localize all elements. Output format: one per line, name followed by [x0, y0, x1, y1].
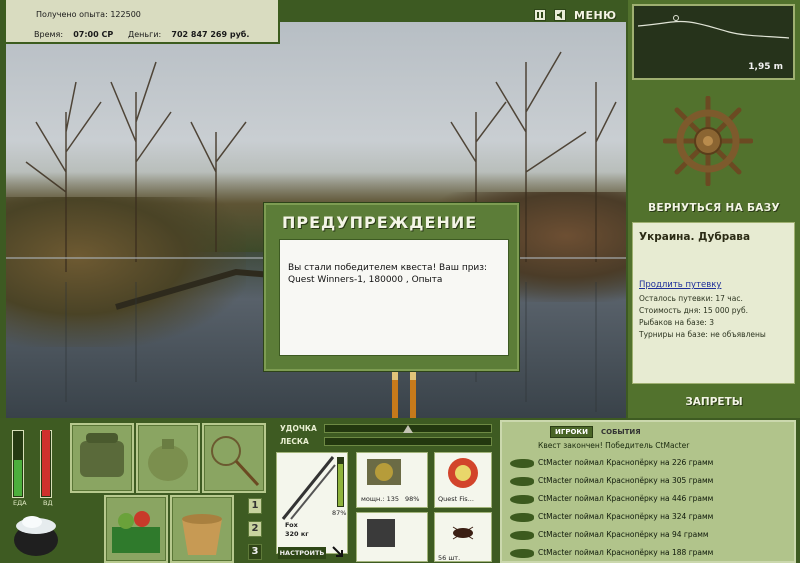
dialog-message[interactable]: Вы стали победителем квеста! Ваш приз: Q…: [279, 239, 509, 356]
food-label: ЕДА: [13, 499, 27, 507]
bucket-icon: [182, 514, 222, 555]
inventory-slot-sack[interactable]: [136, 423, 200, 493]
bait-count: 56 шт.: [438, 554, 461, 562]
bottom-bar: ЕДА ВД 1 2 3 УДОЧКА ЛЕСКА 87% Fox 320 кг…: [0, 418, 800, 563]
time-value: 07:00 СР: [73, 30, 114, 39]
rod-label: УДОЧКА: [280, 424, 317, 433]
tournaments-status: Турниры на базе: не объявлены: [639, 330, 766, 339]
line-label: ЛЕСКА: [280, 437, 309, 446]
water-fill: [42, 430, 50, 496]
tackle-panel: УДОЧКА ЛЕСКА 87% Fox 320 кг мощн.: 135 9…: [274, 422, 496, 563]
setup-button[interactable]: НАСТРОИТЬ: [278, 547, 326, 559]
reel-card[interactable]: мощн.: 135 98%: [356, 452, 428, 508]
tab-events[interactable]: СОБЫТИЯ: [597, 427, 645, 437]
return-to-base-button[interactable]: ВЕРНУТЬСЯ НА БАЗУ: [628, 202, 800, 214]
dialog-text-line2: Quest Winners-1, 180000 , Опыта: [288, 275, 443, 285]
ant-bait-icon: [452, 526, 474, 540]
hook-card[interactable]: [356, 512, 428, 562]
line-spool-icon: [448, 458, 478, 488]
fish-icon: [510, 477, 534, 486]
fish-icon: [510, 513, 534, 522]
water-bar: [40, 430, 52, 498]
rod-tension-bar: [324, 424, 492, 433]
food-fill: [14, 460, 22, 496]
list-item: CtMacter поймал Краснопёрку на 305 грамм: [508, 472, 792, 490]
warning-dialog: ПРЕДУПРЕЖДЕНИЕ Вы стали победителем квес…: [264, 203, 519, 371]
sound-icon[interactable]: [554, 9, 566, 21]
inventory-slot-basket[interactable]: [104, 495, 168, 563]
arrow-down-right-icon[interactable]: [332, 546, 344, 560]
reel-percent: 98%: [405, 495, 420, 503]
vegetable-basket-icon: [112, 511, 160, 553]
list-item: CtMacter поймал Краснопёрку на 94 грамм: [508, 526, 792, 544]
inventory-slot-bucket[interactable]: [170, 495, 234, 563]
list-item: CtMacter поймал Краснопёрку на 446 грамм: [508, 490, 792, 508]
ship-wheel-icon[interactable]: [663, 96, 753, 186]
rod-card[interactable]: 87% Fox 320 кг: [276, 452, 348, 554]
pause-icon[interactable]: [534, 9, 546, 21]
fish-icon: [510, 531, 534, 540]
extend-ticket-link[interactable]: Продлить путевку: [639, 280, 721, 290]
bait-card[interactable]: 56 шт.: [434, 512, 492, 562]
rod-name: Fox: [285, 521, 298, 529]
time-label: Время:: [34, 30, 64, 39]
fish-icon: [510, 459, 534, 468]
events-panel: ИГРОКИ СОБЫТИЯ Квест закончен! Победител…: [500, 420, 796, 563]
right-panel: 1,95 m ВЕРНУТЬСЯ НА БАЗУ Украина. Дубрав…: [628, 0, 800, 418]
tab-players[interactable]: ИГРОКИ: [550, 426, 593, 438]
rod-floats[interactable]: [390, 368, 426, 418]
reel-icon: [367, 459, 401, 485]
exp-label: Получено опыта:: [36, 10, 108, 19]
line-card[interactable]: Quest Fis...: [434, 452, 492, 508]
list-item: CtMacter поймал Краснопёрку на 226 грамм: [508, 454, 792, 472]
list-item: CtMacter поймал Краснопёрку на 324 грамм: [508, 508, 792, 526]
player-info-panel: Получено опыта: 122500 Время: 07:00 СР Д…: [4, 0, 280, 44]
fishers-count: Рыбаков на базе: 3: [639, 318, 714, 327]
line-tension-bar: [324, 437, 492, 446]
landing-net-icon: [211, 436, 260, 487]
hook-icon: [367, 519, 395, 547]
rod-load: 320 кг: [285, 530, 309, 538]
money-value: 702 847 269 руб.: [171, 30, 250, 39]
inventory-slot-bag[interactable]: [70, 423, 134, 493]
dialog-text-line1: Вы стали победителем квеста! Ваш приз:: [288, 263, 488, 273]
list-item: CtMacter поймал Краснопёрку на 188 грамм: [508, 544, 792, 562]
water-label: ВД: [43, 499, 53, 507]
bag-icon: [80, 433, 124, 477]
exp-value: 122500: [110, 10, 141, 19]
rod-percent: 87%: [332, 509, 347, 517]
page-button-3[interactable]: 3: [248, 544, 262, 560]
fish-icon: [510, 549, 534, 558]
depth-value: 1,95 m: [748, 62, 783, 72]
event-quest-finished: Квест закончен! Победитель CtMacter: [538, 441, 690, 450]
reel-power: мощн.: 135: [361, 495, 399, 503]
inventory-slot-net[interactable]: [202, 423, 266, 493]
events-tabs: ИГРОКИ СОБЫТИЯ: [550, 426, 645, 438]
page-button-2[interactable]: 2: [248, 521, 262, 537]
cauldron-icon[interactable]: [10, 510, 62, 558]
depth-map: 1,95 m: [632, 4, 795, 80]
base-name: Украина. Дубрава: [639, 231, 751, 243]
money-label: Деньги:: [128, 30, 162, 39]
menu-button[interactable]: МЕНЮ: [574, 9, 617, 22]
bans-button[interactable]: ЗАПРЕТЫ: [628, 396, 800, 408]
sack-icon: [148, 439, 188, 481]
ticket-remaining: Осталось путевки: 17 час.: [639, 294, 743, 303]
food-bar: [12, 430, 24, 498]
dialog-title: ПРЕДУПРЕЖДЕНИЕ: [282, 213, 478, 232]
page-button-1[interactable]: 1: [248, 498, 262, 514]
line-name: Quest Fis...: [438, 495, 474, 503]
day-cost: Стоимость дня: 15 000 руб.: [639, 306, 748, 315]
base-info-box: Украина. Дубрава Продлить путевку Остало…: [632, 222, 795, 384]
fish-icon: [510, 495, 534, 504]
events-list: Квест закончен! Победитель CtMacter CtMa…: [508, 438, 792, 562]
top-controls: МЕНЮ: [534, 7, 617, 23]
